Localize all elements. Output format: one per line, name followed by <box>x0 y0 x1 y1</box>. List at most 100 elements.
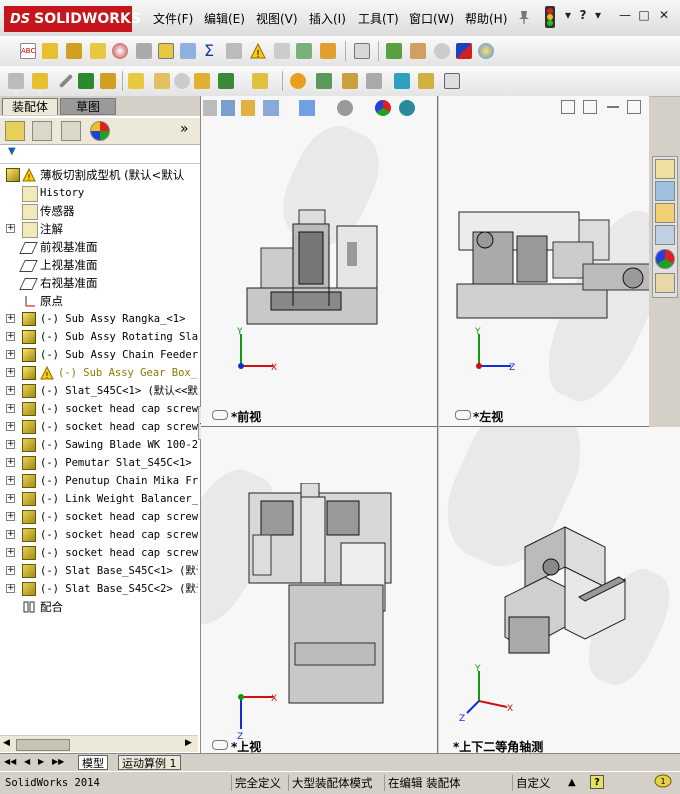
render-icon[interactable] <box>478 43 494 59</box>
expand-toggle-icon[interactable]: + <box>6 314 15 323</box>
expand-toggle-icon[interactable]: + <box>6 530 15 539</box>
report-icon[interactable] <box>354 43 370 59</box>
tree-item[interactable]: + 注解 <box>0 220 198 238</box>
tree-item[interactable]: + (-) Sub Assy Rangka_<1> <box>0 310 198 328</box>
link-views-icon[interactable] <box>455 410 471 420</box>
viewport-restore-icon[interactable] <box>627 100 641 114</box>
help-dropdown-icon[interactable]: ▾ <box>590 8 606 22</box>
menu-tools[interactable]: 工具(T) <box>358 10 399 27</box>
linear-pattern-icon[interactable] <box>100 73 116 89</box>
expand-toggle-icon[interactable]: + <box>6 332 15 341</box>
pin-tool-icon[interactable] <box>58 73 74 89</box>
feature-manager-tab-icon[interactable] <box>5 121 25 141</box>
expand-toggle-icon[interactable]: + <box>6 584 15 593</box>
tree-item[interactable]: History <box>0 184 198 202</box>
expand-toggle-icon[interactable]: + <box>6 350 15 359</box>
disabled-icon[interactable] <box>434 43 450 59</box>
assembly-features-icon[interactable] <box>194 73 210 89</box>
tree-item[interactable]: ! 薄板切割成型机 (默认<默认 <box>0 166 198 184</box>
tree-item[interactable]: 前视基准面 <box>0 238 198 256</box>
view-palette-icon[interactable] <box>655 225 675 245</box>
design-library-icon[interactable] <box>655 181 675 201</box>
measure-icon[interactable] <box>42 43 58 59</box>
pin-icon[interactable] <box>517 9 531 25</box>
expand-toggle-icon[interactable]: + <box>6 404 15 413</box>
units-menu-arrow-icon[interactable]: ▲ <box>568 777 576 788</box>
reference-geometry-icon[interactable] <box>218 73 234 89</box>
new-part-icon[interactable] <box>32 73 48 89</box>
tab-scroll-prev-icon[interactable]: ◀ <box>24 757 30 766</box>
previous-view-icon[interactable] <box>241 100 255 116</box>
view-orientation-icon[interactable] <box>299 100 315 116</box>
file-explorer-icon[interactable] <box>655 203 675 223</box>
restore-button[interactable]: □ <box>636 8 652 22</box>
expand-toggle-icon[interactable]: + <box>6 548 15 557</box>
tree-item[interactable]: + (-) socket head cap screw_ <box>0 544 198 562</box>
configuration-manager-tab-icon[interactable] <box>61 121 81 141</box>
sum-icon[interactable]: Σ <box>204 43 220 59</box>
tree-item[interactable]: + (-) Sawing Blade WK 100-2 <box>0 436 198 454</box>
tree-item[interactable]: + (-) socket head cap screw_ <box>0 508 198 526</box>
dropdown-arrow-icon[interactable]: ▾ <box>560 8 576 22</box>
tree-item[interactable]: + (-) Sub Assy Chain Feeder_ <box>0 346 198 364</box>
mate-icon[interactable] <box>78 73 94 89</box>
tree-item[interactable]: + (-) Slat Base_S45C<2> (默认 <box>0 580 198 598</box>
appearances-scenes-icon[interactable] <box>655 249 675 269</box>
scroll-thumb[interactable] <box>16 739 70 751</box>
warning-icon[interactable]: ! <box>250 42 266 60</box>
display-style-icon[interactable] <box>337 100 353 116</box>
menu-help[interactable]: 帮助(H) <box>465 10 507 27</box>
two-view-icon[interactable] <box>583 100 597 114</box>
link-views-icon[interactable] <box>212 410 228 420</box>
help-icon[interactable]: ? <box>575 8 591 22</box>
interference-icon[interactable] <box>136 43 152 59</box>
solidworks-logo[interactable]: DS SOLIDWORKS <box>4 6 141 32</box>
hide-show-icon[interactable] <box>174 73 190 89</box>
apply-scene-icon[interactable] <box>399 100 415 116</box>
tree-item[interactable]: + (-) Link Weight Balancer_S <box>0 490 198 508</box>
expand-toggle-icon[interactable]: + <box>6 458 15 467</box>
compare-icon[interactable] <box>226 43 242 59</box>
tree-item[interactable]: + (-) Pemutar Slat_S45C<1> ( <box>0 454 198 472</box>
mass-properties-icon[interactable] <box>66 43 82 59</box>
horizontal-scrollbar[interactable]: ◀ ▶ <box>0 735 198 752</box>
notification-balloon-icon[interactable]: 1 <box>654 772 672 790</box>
explode-icon[interactable] <box>386 43 402 59</box>
expand-toggle-icon[interactable]: + <box>6 224 15 233</box>
zoom-area-icon[interactable] <box>221 100 235 116</box>
viewport-left[interactable]: ✕ Y Z *左视 <box>439 96 649 427</box>
property-manager-tab-icon[interactable] <box>32 121 52 141</box>
configuration-icon[interactable] <box>410 43 426 59</box>
tree-item[interactable]: + (-) socket head cap screw_ <box>0 400 198 418</box>
edit-appearance-icon[interactable] <box>375 100 391 116</box>
expand-panel-button[interactable]: » <box>180 121 189 137</box>
zoom-to-fit-icon[interactable] <box>203 100 217 116</box>
spell-check-icon[interactable]: ABC <box>20 43 36 59</box>
viewport-minimize-icon[interactable] <box>607 106 619 108</box>
viewport-isometric[interactable]: Y X Z *上下二等角轴测 <box>439 427 680 753</box>
align-icon[interactable] <box>274 43 290 59</box>
tab-scroll-next-icon[interactable]: ▶ <box>38 757 44 766</box>
appearance-icon[interactable] <box>456 43 472 59</box>
tree-item[interactable]: 原点 <box>0 292 198 310</box>
tree-item[interactable]: 上视基准面 <box>0 256 198 274</box>
tree-item[interactable]: + (-) Sub Assy Rotating Slat <box>0 328 198 346</box>
table-icon[interactable] <box>180 43 196 59</box>
menu-file[interactable]: 文件(F) <box>153 10 193 27</box>
clearance-verification-icon[interactable] <box>394 73 410 89</box>
tab-scroll-first-icon[interactable]: ◀◀ <box>4 757 16 766</box>
tree-item[interactable]: + (-) Penutup Chain Mika Fr_ <box>0 472 198 490</box>
check-icon[interactable] <box>112 43 128 59</box>
filter-icon[interactable]: ▼ <box>8 146 16 157</box>
tree-item[interactable]: + (-) socket head cap screw_ <box>0 418 198 436</box>
tab-model[interactable]: 模型 <box>78 755 108 770</box>
checkbox-tool-icon[interactable] <box>158 43 174 59</box>
instant-3d-icon[interactable] <box>444 73 460 89</box>
tab-sketch[interactable]: 草图 <box>60 98 116 115</box>
link-views-icon[interactable] <box>212 740 228 750</box>
custom-properties-icon[interactable] <box>655 273 675 293</box>
tree-item[interactable]: + (-) Slat Base_S45C<1> (默认 <box>0 562 198 580</box>
menu-insert[interactable]: 插入(I) <box>309 10 346 27</box>
tree-item[interactable]: 配合 <box>0 598 198 616</box>
interference-detection-icon[interactable] <box>366 73 382 89</box>
